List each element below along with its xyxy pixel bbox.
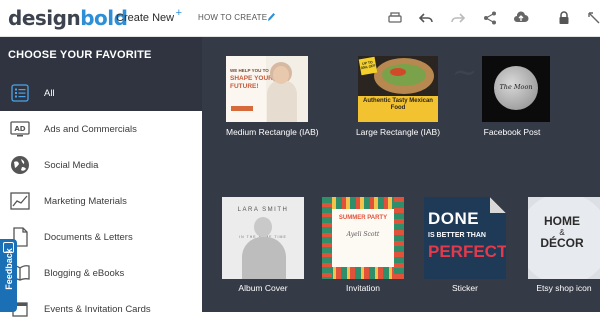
thumb-text: DONE [428, 209, 480, 228]
template-card-album-cover[interactable]: LARA SMITH IN THE SAME TIME Album Cover [222, 197, 304, 297]
template-thumbnail[interactable]: SUMMER PARTY Ayeli Scott [322, 197, 404, 279]
thumb-text: WE HELP YOU TO [230, 68, 269, 73]
thumb-text: SUMMER PARTY [338, 215, 388, 221]
sidebar-item-all[interactable]: All [0, 75, 202, 111]
share-icon[interactable] [481, 9, 499, 27]
list-icon [9, 82, 31, 104]
chart-icon [9, 190, 31, 212]
thumb-text: The Moon [499, 83, 533, 91]
thumb-text: LARA SMITH [237, 207, 289, 213]
redo-icon[interactable] [449, 9, 467, 27]
template-thumbnail[interactable]: The Moon [482, 56, 550, 122]
how-to-create-link[interactable]: HOW TO CREATE [198, 13, 267, 22]
template-thumbnail[interactable]: DONE IS BETTER THAN PERFECT [424, 197, 506, 279]
template-caption: Sticker [452, 283, 478, 293]
upload-icon[interactable] [512, 9, 530, 27]
sidebar-header: CHOOSE YOUR FAVORITE [0, 37, 202, 75]
template-thumbnail[interactable]: LARA SMITH IN THE SAME TIME [222, 197, 304, 279]
designbold-logo[interactable]: designbold [8, 6, 128, 30]
feedback-tab[interactable]: Feedback [0, 239, 17, 312]
template-caption: Large Rectangle (IAB) [355, 127, 441, 137]
template-thumbnail[interactable]: UP TO 30% OFF Authentic Tasty Mexican Fo… [358, 56, 438, 122]
globe-icon [9, 154, 31, 176]
template-caption: Medium Rectangle (IAB) [226, 127, 319, 137]
svg-text:AD: AD [14, 125, 25, 133]
sidebar-item-label: Marketing Materials [44, 195, 127, 207]
sidebar-item-blogging[interactable]: Blogging & eBooks [0, 255, 202, 291]
template-caption: Etsy shop icon [536, 283, 592, 293]
template-card-etsy-shop-icon[interactable]: HOME & DÉCOR Etsy shop icon [528, 197, 600, 297]
category-sidebar: CHOOSE YOUR FAVORITE All AD Ads and Comm… [0, 37, 202, 317]
background-texture: ~ [452, 55, 478, 90]
template-thumbnail[interactable]: WE HELP YOU TO SHAPE YOUR FUTURE! [226, 56, 308, 122]
sidebar-item-marketing[interactable]: Marketing Materials [0, 183, 202, 219]
top-bar: designbold Create New + HOW TO CREATE [0, 0, 600, 37]
template-card-large-rectangle[interactable]: UP TO 30% OFF Authentic Tasty Mexican Fo… [354, 56, 442, 142]
template-caption: Invitation [345, 283, 381, 293]
sidebar-item-label: Ads and Commercials [44, 123, 137, 135]
thumb-text: Authentic Tasty Mexican Food [363, 98, 433, 111]
sidebar-item-events[interactable]: Events & Invitation Cards [0, 291, 202, 327]
sidebar-item-label: Blogging & eBooks [44, 267, 125, 279]
thumb-text: HOME [544, 214, 580, 228]
sidebar-item-label: Social Media [44, 159, 99, 171]
sidebar-item-ads[interactable]: AD Ads and Commercials [0, 111, 202, 147]
sidebar-item-label: Events & Invitation Cards [44, 303, 151, 315]
create-new-button[interactable]: Create New + [116, 7, 182, 24]
thumb-text: SHAPE YOUR [230, 75, 273, 82]
template-card-sticker[interactable]: DONE IS BETTER THAN PERFECT Sticker [424, 197, 506, 297]
sidebar-item-documents[interactable]: Documents & Letters [0, 219, 202, 255]
template-caption: Facebook Post [483, 127, 541, 137]
sidebar-item-social-media[interactable]: Social Media [0, 147, 202, 183]
plus-icon: + [175, 7, 183, 19]
thumb-text: FUTURE! [230, 83, 259, 90]
thumb-text: Ayeli Scott [346, 231, 380, 238]
ad-icon: AD [9, 118, 31, 140]
template-card-invitation[interactable]: SUMMER PARTY Ayeli Scott Invitation [322, 197, 404, 297]
feedback-label: Feedback [4, 248, 14, 290]
print-icon[interactable] [386, 9, 404, 27]
thumb-text: DÉCOR [540, 236, 584, 250]
thumb-text: PERFECT [428, 242, 506, 261]
lock-icon[interactable] [555, 9, 573, 27]
template-thumbnail[interactable]: HOME & DÉCOR [528, 197, 600, 279]
sidebar-item-label: Documents & Letters [44, 231, 133, 243]
template-caption: Album Cover [238, 283, 288, 293]
expand-icon[interactable] [585, 9, 600, 27]
pencil-icon[interactable] [266, 11, 276, 23]
template-card-medium-rectangle[interactable]: WE HELP YOU TO SHAPE YOUR FUTURE! Medium… [226, 56, 319, 142]
thumb-badge: UP TO 30% OFF [358, 56, 378, 76]
template-gallery: ~ WE HELP YOU TO SHAPE YOUR FUTURE! Medi… [202, 37, 600, 312]
sidebar-item-label: All [44, 87, 55, 99]
thumb-text: IS BETTER THAN [428, 232, 486, 239]
template-card-facebook-post[interactable]: The Moon Facebook Post [478, 56, 570, 142]
undo-icon[interactable] [417, 9, 435, 27]
